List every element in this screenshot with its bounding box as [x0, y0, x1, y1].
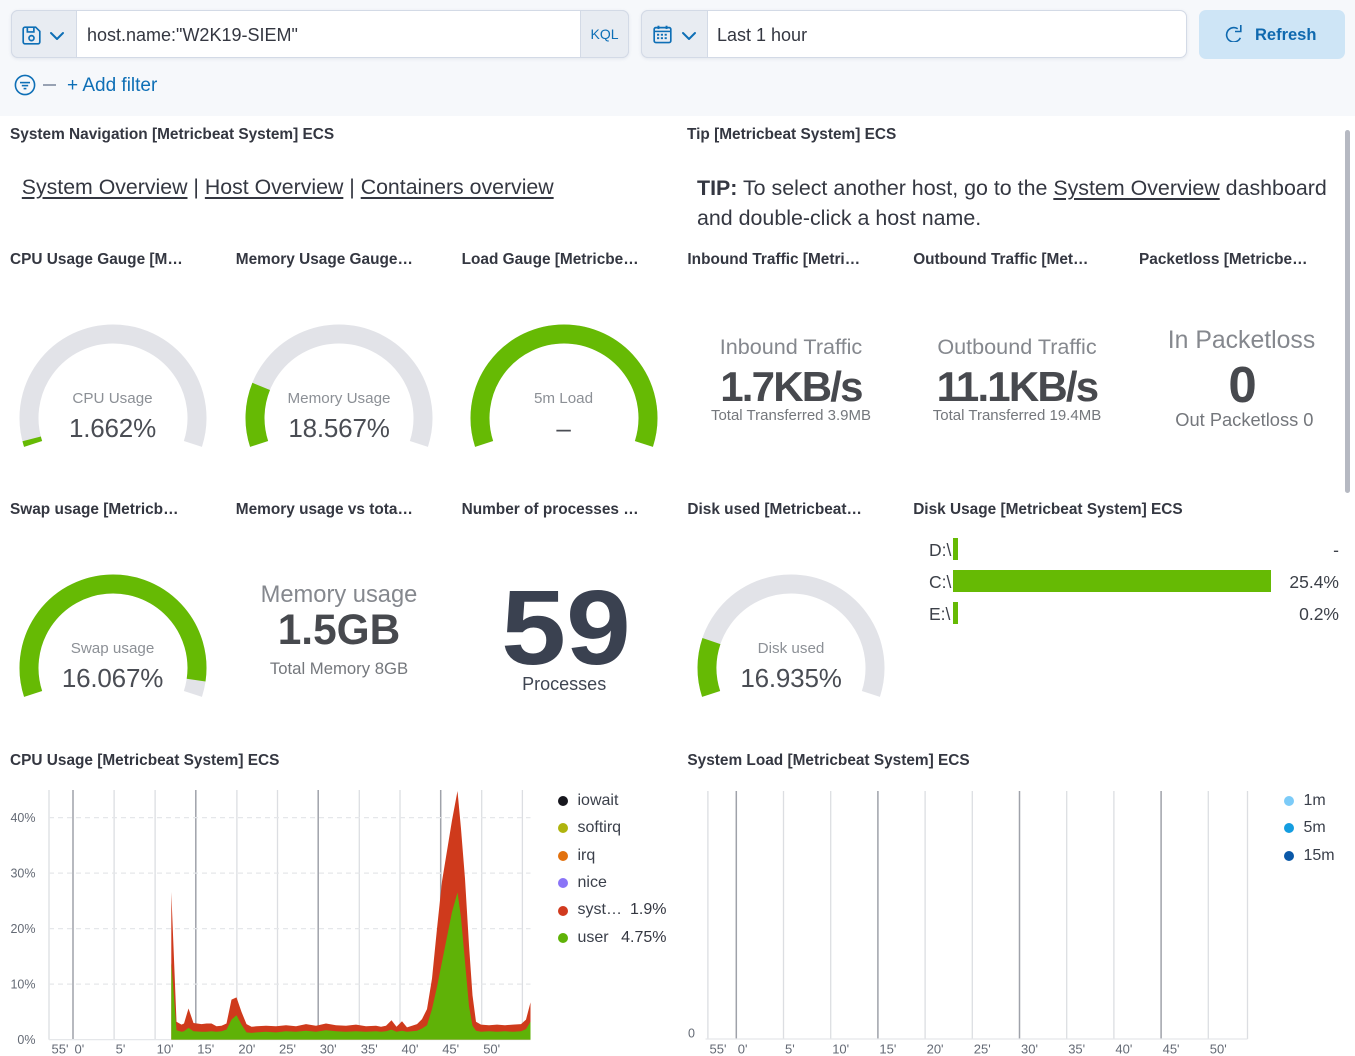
svg-text:15': 15' — [879, 1042, 896, 1056]
svg-text:15': 15' — [197, 1042, 214, 1056]
svg-text:30%: 30% — [10, 866, 35, 880]
svg-text:50': 50' — [483, 1042, 500, 1056]
svg-text:35': 35' — [361, 1042, 378, 1056]
svg-text:0': 0' — [738, 1042, 748, 1056]
svg-text:25': 25' — [279, 1042, 296, 1056]
svg-text:0%: 0% — [17, 1033, 35, 1047]
svg-text:50': 50' — [1210, 1042, 1227, 1056]
svg-text:30': 30' — [1021, 1042, 1038, 1056]
svg-text:10': 10' — [157, 1042, 174, 1056]
svg-text:20%: 20% — [10, 922, 35, 936]
svg-text:30': 30' — [320, 1042, 337, 1056]
svg-text:0': 0' — [75, 1042, 85, 1056]
svg-text:55': 55' — [710, 1042, 727, 1056]
svg-text:0: 0 — [688, 1027, 695, 1041]
svg-text:40': 40' — [402, 1042, 419, 1056]
svg-text:20': 20' — [238, 1042, 255, 1056]
svg-text:40%: 40% — [10, 811, 35, 825]
svg-text:45': 45' — [1163, 1042, 1180, 1056]
svg-text:40': 40' — [1115, 1042, 1132, 1056]
svg-text:35': 35' — [1068, 1042, 1085, 1056]
svg-text:5': 5' — [785, 1042, 795, 1056]
svg-text:10': 10' — [832, 1042, 849, 1056]
svg-text:25': 25' — [974, 1042, 991, 1056]
svg-text:20': 20' — [927, 1042, 944, 1056]
svg-text:5': 5' — [116, 1042, 126, 1056]
svg-text:45': 45' — [442, 1042, 459, 1056]
svg-text:55': 55' — [52, 1042, 69, 1056]
svg-text:10%: 10% — [10, 977, 35, 991]
